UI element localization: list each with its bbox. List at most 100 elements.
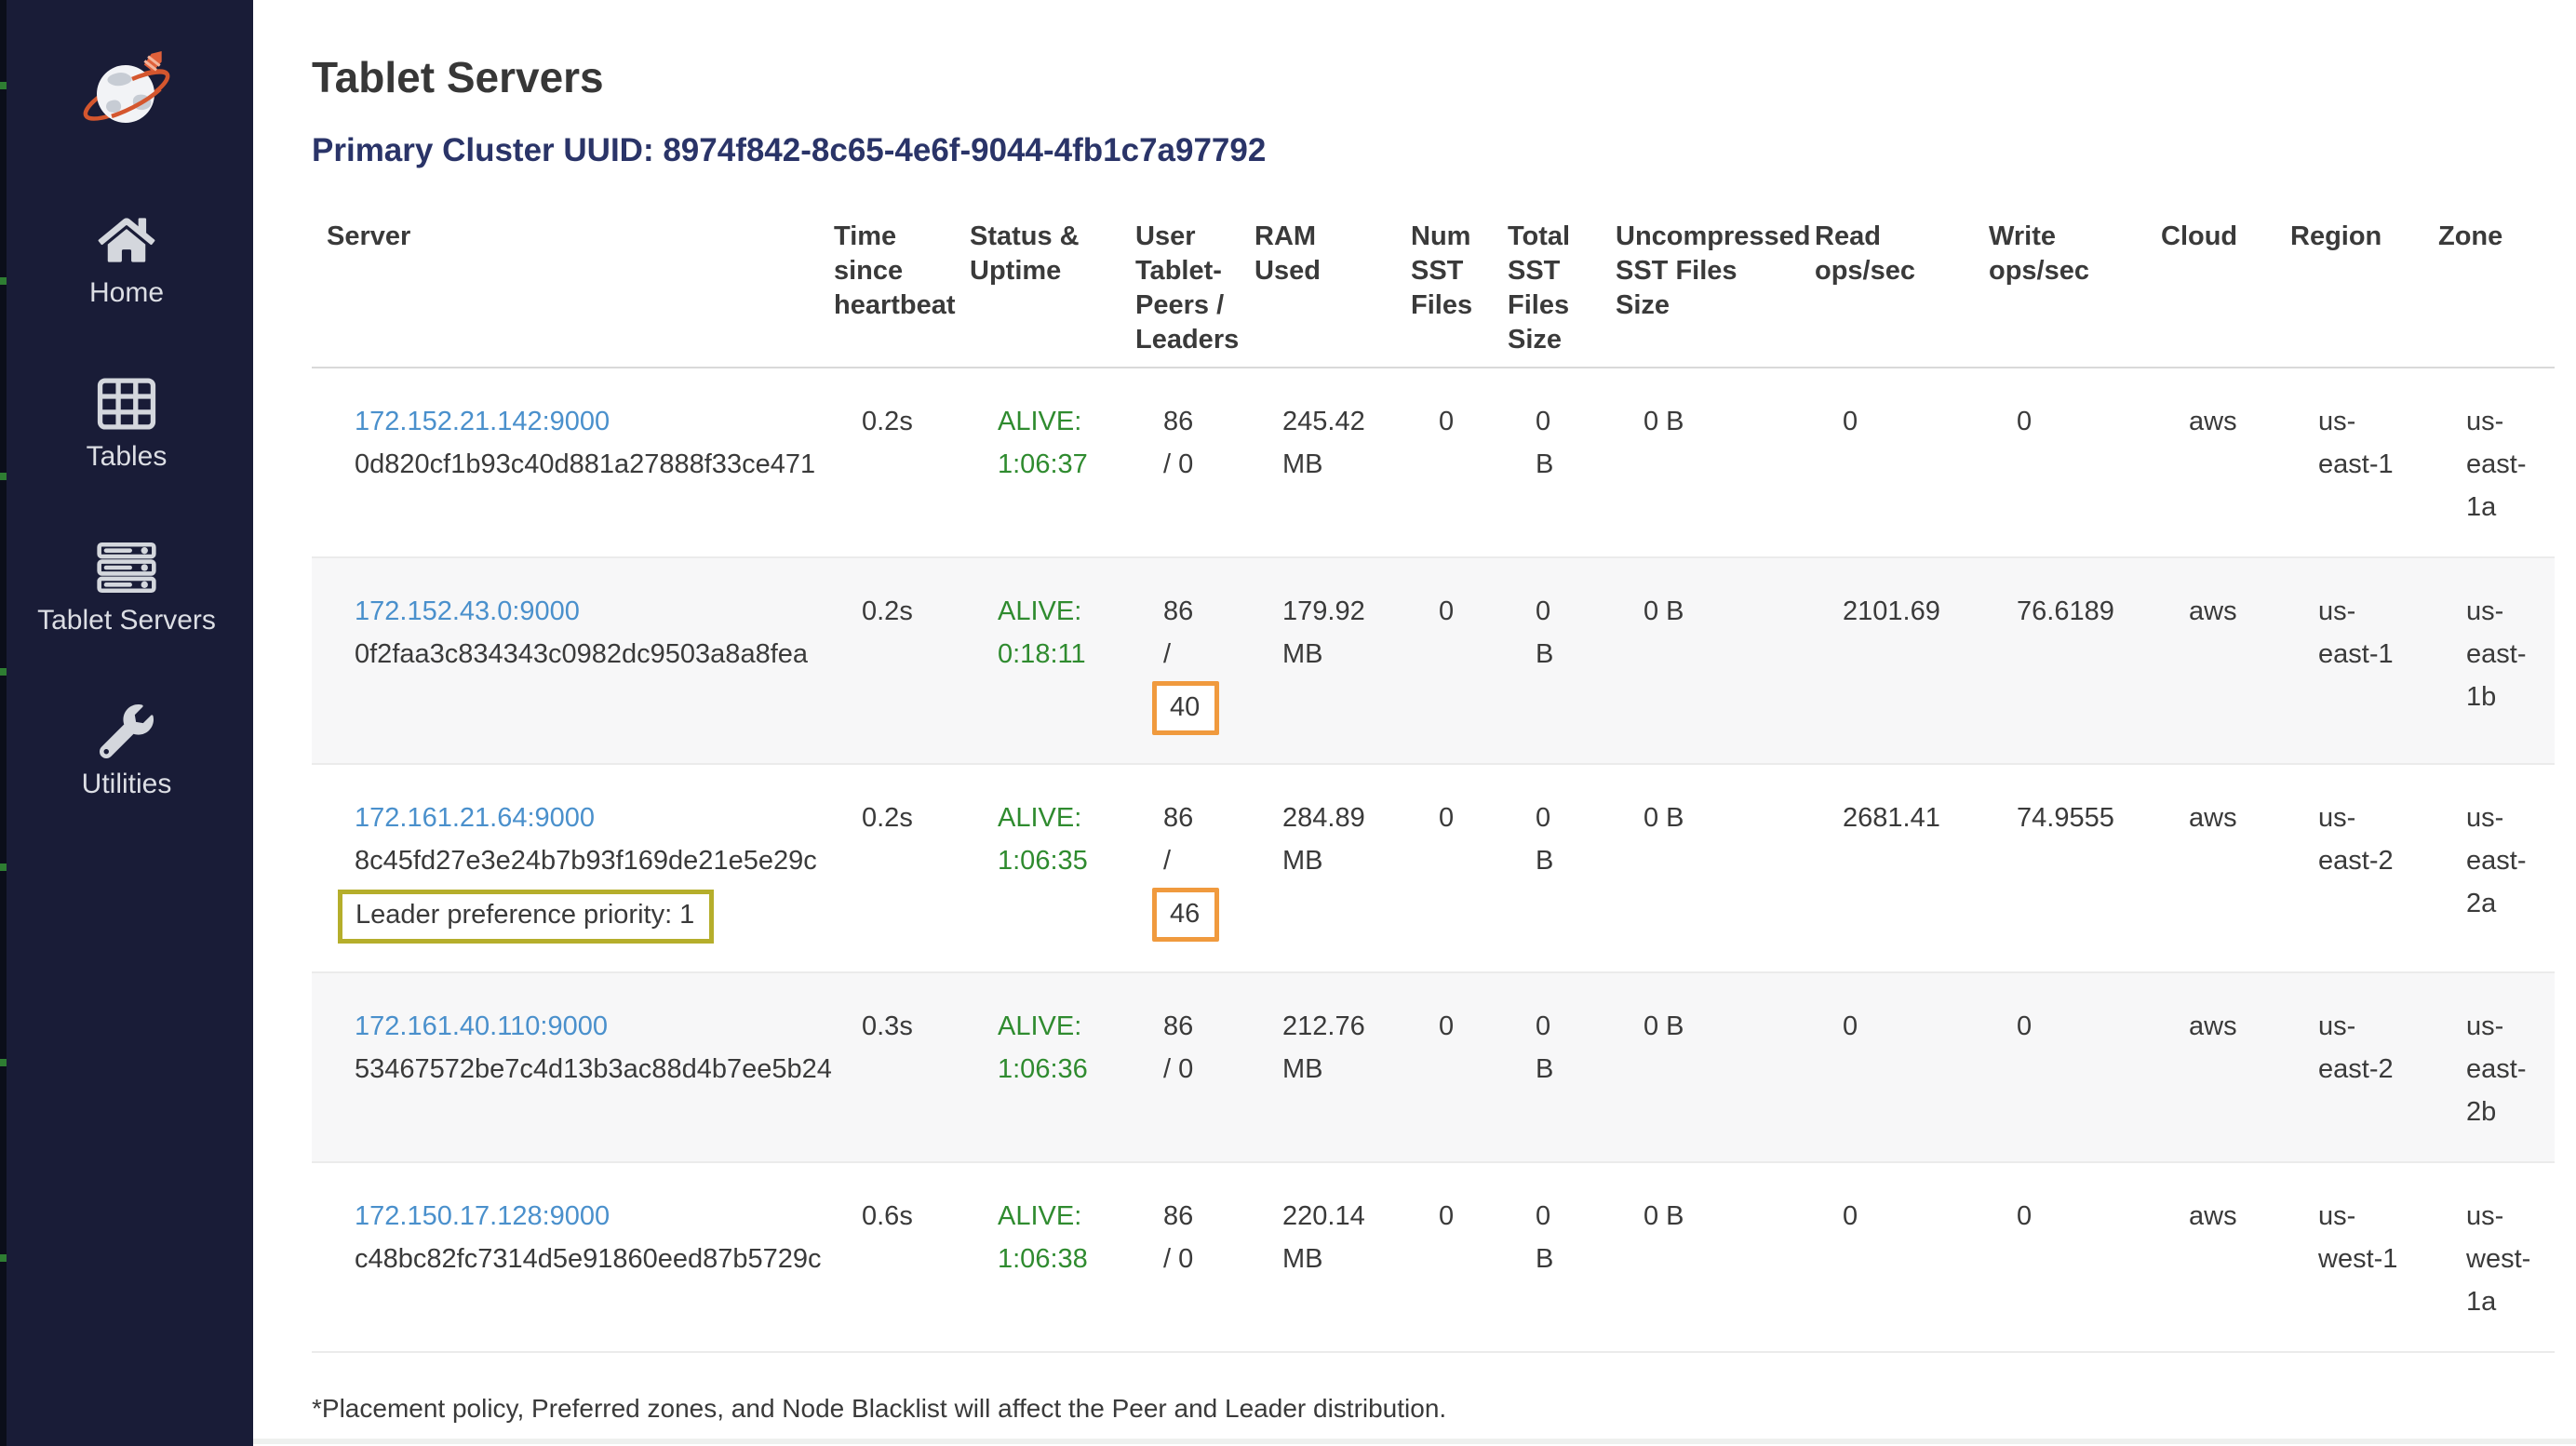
ram-cell: 212.76 MB (1240, 972, 1396, 1162)
sidebar-item-tablet-servers[interactable]: Tablet Servers (37, 540, 216, 636)
ram-cell: 245.42 MB (1240, 368, 1396, 557)
leaders-count: / 0 (1163, 1048, 1230, 1091)
num-sst-cell: 0 (1396, 972, 1493, 1162)
uncompressed-sst-cell: 0 B (1601, 1162, 1800, 1352)
uncompressed-sst-cell: 0 B (1601, 557, 1800, 764)
server-link[interactable]: 172.152.43.0:9000 (355, 596, 580, 626)
sidebar-item-label: Tables (87, 441, 168, 473)
server-link[interactable]: 172.150.17.128:9000 (355, 1201, 610, 1231)
leaders-count: 40 (1170, 692, 1200, 722)
wrench-icon (96, 703, 157, 759)
peers-leaders-cell: 86 / 0 (1120, 972, 1240, 1162)
tables-grid-icon (96, 376, 157, 432)
table-row: 172.152.43.0:9000 0f2faa3c834343c0982dc9… (312, 557, 2555, 764)
uncompressed-sst-cell: 0 B (1601, 368, 1800, 557)
status-text: ALIVE: (998, 400, 1111, 443)
status-cell: ALIVE: 1:06:37 (955, 368, 1120, 557)
cloud-cell: aws (2146, 764, 2275, 972)
server-uuid: c48bc82fc7314d5e91860eed87b5729c (355, 1238, 810, 1280)
region-cell: us-west-1 (2275, 1162, 2423, 1352)
sidebar-item-tables[interactable]: Tables (37, 376, 216, 473)
num-sst-cell: 0 (1396, 764, 1493, 972)
sidebar-item-home[interactable]: Home (37, 212, 216, 309)
region-cell: us-east-1 (2275, 557, 2423, 764)
table-header-row: Server Time since heartbeat Status & Upt… (312, 203, 2555, 368)
status-text: ALIVE: (998, 1005, 1111, 1048)
status-cell: ALIVE: 1:06:35 (955, 764, 1120, 972)
peers-count: 86 (1163, 590, 1230, 633)
uncompressed-sst-cell: 0 B (1601, 972, 1800, 1162)
status-text: ALIVE: (998, 1195, 1111, 1238)
peers-count: 86 (1163, 797, 1230, 839)
tablet-servers-page: Home Tables (0, 0, 2576, 1446)
server-link[interactable]: 172.161.21.64:9000 (355, 803, 595, 833)
col-uncompressed-sst: Uncompressed SST Files Size (1601, 203, 1800, 368)
num-sst-cell: 0 (1396, 1162, 1493, 1352)
sidebar-item-label: Home (89, 277, 164, 309)
status-cell: ALIVE: 0:18:11 (955, 557, 1120, 764)
heartbeat-cell: 0.3s (819, 972, 955, 1162)
peers-count: 86 (1163, 1005, 1230, 1048)
col-server: Server (312, 203, 819, 368)
placement-policy-note: *Placement policy, Preferred zones, and … (312, 1392, 2555, 1426)
col-ram: RAM Used (1240, 203, 1396, 368)
peers-leaders-separator: / (1163, 633, 1230, 676)
server-cell: 172.161.40.110:9000 53467572be7c4d13b3ac… (312, 972, 819, 1162)
yugabyte-logo[interactable] (80, 47, 173, 140)
read-ops-cell: 0 (1800, 1162, 1974, 1352)
sidebar: Home Tables (0, 0, 253, 1446)
sidebar-item-utilities[interactable]: Utilities (37, 703, 216, 800)
peers-count: 86 (1163, 400, 1230, 443)
peers-leaders-cell: 86 / 0 (1120, 1162, 1240, 1352)
table-row: 172.161.40.110:9000 53467572be7c4d13b3ac… (312, 972, 2555, 1162)
zone-cell: us-east-2a (2423, 764, 2555, 972)
total-sst-cell: 0 B (1493, 368, 1601, 557)
col-read-ops: Read ops/sec (1800, 203, 1974, 368)
total-sst-cell: 0 B (1493, 972, 1601, 1162)
uptime-text: 1:06:36 (998, 1048, 1111, 1091)
server-cell: 172.150.17.128:9000 c48bc82fc7314d5e9186… (312, 1162, 819, 1352)
planet-rocket-logo (80, 47, 173, 140)
server-stack-icon (96, 540, 157, 596)
zone-cell: us-east-1b (2423, 557, 2555, 764)
peers-leaders-cell: 86 / 0 (1120, 368, 1240, 557)
region-cell: us-east-2 (2275, 972, 2423, 1162)
col-heartbeat: Time since heartbeat (819, 203, 955, 368)
server-uuid: 0f2faa3c834343c0982dc9503a8a8fea (355, 633, 810, 676)
ram-cell: 220.14 MB (1240, 1162, 1396, 1352)
peers-count: 86 (1163, 1195, 1230, 1238)
col-status-uptime: Status & Uptime (955, 203, 1120, 368)
uptime-text: 1:06:37 (998, 443, 1111, 486)
peers-leaders-separator: / (1163, 839, 1230, 882)
cloud-cell: aws (2146, 368, 2275, 557)
heartbeat-cell: 0.2s (819, 368, 955, 557)
num-sst-cell: 0 (1396, 557, 1493, 764)
total-sst-cell: 0 B (1493, 1162, 1601, 1352)
home-icon (96, 212, 157, 268)
server-link[interactable]: 172.152.21.142:9000 (355, 407, 610, 436)
sidebar-nav: Home Tables (37, 212, 216, 800)
leaders-count: / 0 (1163, 1238, 1230, 1280)
server-link[interactable]: 172.161.40.110:9000 (355, 1011, 608, 1041)
col-region: Region (2275, 203, 2423, 368)
col-num-sst: Num SST Files (1396, 203, 1493, 368)
table-row: 172.161.21.64:9000 8c45fd27e3e24b7b93f16… (312, 764, 2555, 972)
col-peers-leaders: User Tablet-Peers / Leaders (1120, 203, 1240, 368)
zone-cell: us-west-1a (2423, 1162, 2555, 1352)
server-uuid: 53467572be7c4d13b3ac88d4b7ee5b24 (355, 1048, 810, 1091)
uptime-text: 0:18:11 (998, 633, 1111, 676)
server-cell: 172.152.21.142:9000 0d820cf1b93c40d881a2… (312, 368, 819, 557)
leaders-count: 46 (1170, 899, 1200, 929)
status-text: ALIVE: (998, 797, 1111, 839)
col-cloud: Cloud (2146, 203, 2275, 368)
uncompressed-sst-cell: 0 B (1601, 764, 1800, 972)
status-cell: ALIVE: 1:06:38 (955, 1162, 1120, 1352)
server-uuid: 8c45fd27e3e24b7b93f169de21e5e29c (355, 839, 810, 882)
peers-leaders-cell: 86 / 40 (1120, 557, 1240, 764)
screen-edge-strip (0, 0, 7, 1446)
total-sst-cell: 0 B (1493, 557, 1601, 764)
status-text: ALIVE: (998, 590, 1111, 633)
table-row: 172.152.21.142:9000 0d820cf1b93c40d881a2… (312, 368, 2555, 557)
cloud-cell: aws (2146, 1162, 2275, 1352)
write-ops-cell: 0 (1974, 972, 2146, 1162)
